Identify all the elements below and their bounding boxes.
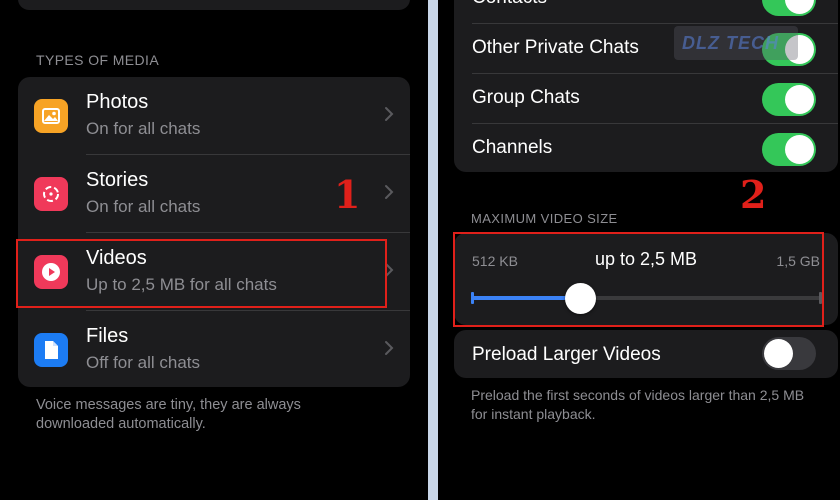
- toggle-label: Contacts: [472, 0, 547, 9]
- media-row-photos[interactable]: Photos On for all chats: [18, 77, 410, 155]
- media-row-subtitle: Off for all chats: [86, 353, 201, 372]
- right-screenshot: Contacts Other Private Chats Group Chats…: [438, 0, 840, 500]
- toggle-knob: [785, 135, 814, 164]
- watermark-text: DLZ TECH: [682, 32, 779, 53]
- step-number-2: 2: [740, 172, 767, 217]
- max-video-size-header: MAXIMUM VIDEO SIZE: [471, 211, 618, 226]
- toggle-label: Other Private Chats: [472, 37, 639, 58]
- preload-larger-videos-toggle[interactable]: [762, 337, 816, 370]
- toggle-row-group-chats: Group Chats: [454, 74, 838, 124]
- preload-card: Preload Larger Videos: [454, 330, 838, 378]
- toggle-knob: [785, 0, 814, 14]
- media-row-title: Photos: [86, 91, 149, 113]
- toggle-row-contacts: Contacts: [454, 0, 838, 24]
- media-row-subtitle: On for all chats: [86, 119, 201, 138]
- toggle-knob: [764, 339, 793, 368]
- voice-messages-note: Voice messages are tiny, they are always…: [36, 397, 301, 432]
- chevron-right-icon: [385, 341, 394, 355]
- videos-highlight-box: [16, 239, 387, 308]
- watermark-logo: DLZ TECH: [674, 26, 798, 60]
- types-of-media-header: TYPES OF MEDIA: [36, 52, 160, 68]
- left-screenshot: TYPES OF MEDIA Photos On for all chats S…: [0, 0, 428, 500]
- step-number-1: 1: [334, 172, 361, 217]
- stories-icon: [34, 177, 68, 211]
- photo-icon: [34, 99, 68, 133]
- chevron-right-icon: [385, 107, 394, 121]
- preload-note: Preload the first seconds of videos larg…: [471, 387, 805, 422]
- contacts-toggle[interactable]: [762, 0, 816, 16]
- media-types-list: Photos On for all chats Stories On for a…: [18, 77, 410, 387]
- toggle-row-channels: Channels: [454, 124, 838, 172]
- chevron-right-icon: [385, 185, 394, 199]
- media-row-files[interactable]: Files Off for all chats: [18, 311, 410, 387]
- top-card-remnant: [18, 0, 410, 10]
- group-chats-toggle[interactable]: [762, 83, 816, 116]
- panel-divider: [428, 0, 438, 500]
- media-row-subtitle: On for all chats: [86, 197, 201, 216]
- toggle-label: Channels: [472, 137, 553, 158]
- file-icon: [34, 333, 68, 367]
- toggle-knob: [785, 85, 814, 114]
- preload-label: Preload Larger Videos: [472, 344, 661, 365]
- media-row-title: Files: [86, 325, 129, 347]
- toggle-label: Group Chats: [472, 87, 580, 108]
- video-size-highlight-box: [453, 232, 824, 327]
- channels-toggle[interactable]: [762, 133, 816, 166]
- media-row-title: Stories: [86, 169, 149, 191]
